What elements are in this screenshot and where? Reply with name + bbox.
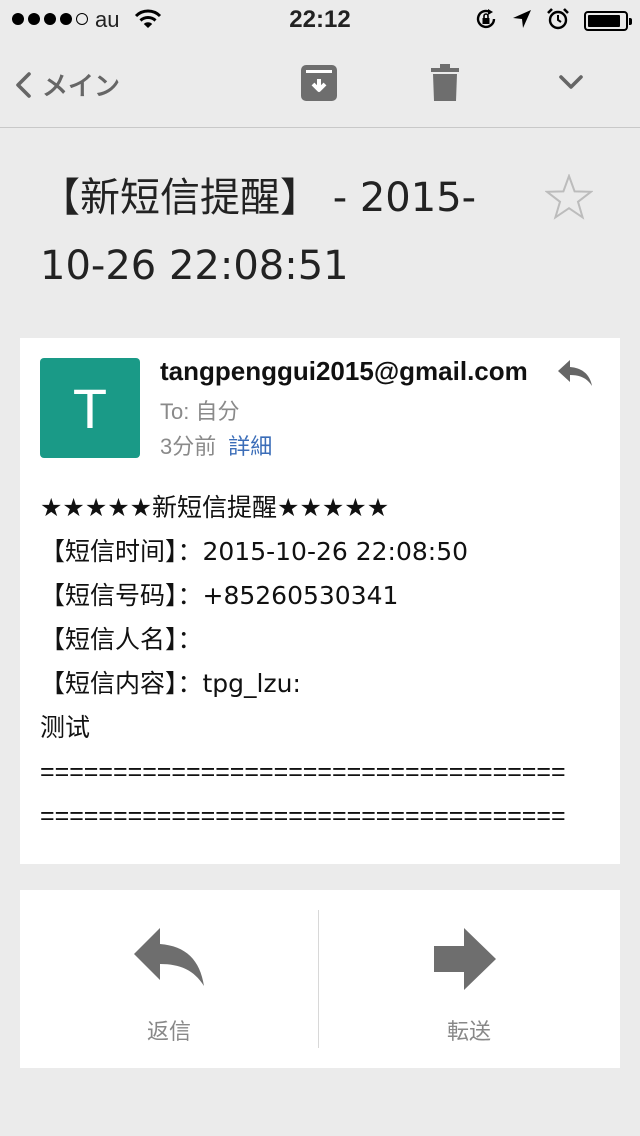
reply-button[interactable]: 返信 xyxy=(20,890,318,1068)
message-card: T tangpenggui2015@gmail.com To: 自分 3分前 詳細… xyxy=(20,338,620,864)
time-line: 3分前 詳細 xyxy=(160,429,272,461)
message-toolbar: メイン xyxy=(0,40,640,128)
body-line: 【短信时间】：2015-10-26 22:08:50 xyxy=(40,537,469,566)
body-line: 【短信人名】： xyxy=(40,625,203,654)
forward-arrow-icon xyxy=(434,928,496,990)
sender-avatar: T xyxy=(40,358,140,458)
body-separator-line: ==================================== xyxy=(40,758,566,786)
body-line: 【短信号码】：+85260530341 xyxy=(40,581,399,610)
subject-area: 【新短信提醒】 - 2015-10-26 22:08:51 xyxy=(0,128,640,338)
location-arrow-icon xyxy=(512,9,532,33)
recipient-line: To: 自分 xyxy=(160,399,240,424)
forward-label: 転送 xyxy=(446,1020,491,1045)
divider xyxy=(318,910,319,1048)
status-bar: au 22:12 xyxy=(0,0,640,40)
body-line: 测试 xyxy=(40,713,91,742)
body-separator-line: ==================================== xyxy=(40,802,566,830)
reply-arrow-icon xyxy=(134,928,204,986)
time-ago: 3分前 xyxy=(160,434,217,459)
back-chevron-icon xyxy=(16,71,31,98)
battery-icon xyxy=(584,11,632,31)
body-line: 【短信内容】：tpg_lzu: xyxy=(40,669,301,698)
archive-icon[interactable] xyxy=(300,64,338,106)
star-icon[interactable] xyxy=(544,173,594,224)
sender-email: tangpenggui2015@gmail.com xyxy=(160,356,528,386)
details-link[interactable]: 詳細 xyxy=(228,434,272,459)
reply-forward-panel: 返信 転送 xyxy=(20,890,620,1068)
back-label: メイン xyxy=(42,71,121,101)
rotation-lock-icon xyxy=(474,7,498,35)
reply-icon[interactable] xyxy=(556,358,594,392)
back-button[interactable]: メイン xyxy=(14,66,120,103)
forward-button[interactable]: 転送 xyxy=(320,890,618,1068)
body-line: ★★★★★新短信提醒★★★★★ xyxy=(40,493,390,522)
alarm-clock-icon xyxy=(546,7,570,35)
trash-icon[interactable] xyxy=(431,64,459,106)
chevron-down-icon[interactable] xyxy=(558,74,584,96)
message-subject: 【新短信提醒】 - 2015-10-26 22:08:51 xyxy=(40,175,477,289)
reply-label: 返信 xyxy=(146,1020,191,1045)
message-body: ★★★★★新短信提醒★★★★★ 【短信时间】：2015-10-26 22:08:… xyxy=(40,486,610,838)
battery-level-fill xyxy=(588,15,621,27)
